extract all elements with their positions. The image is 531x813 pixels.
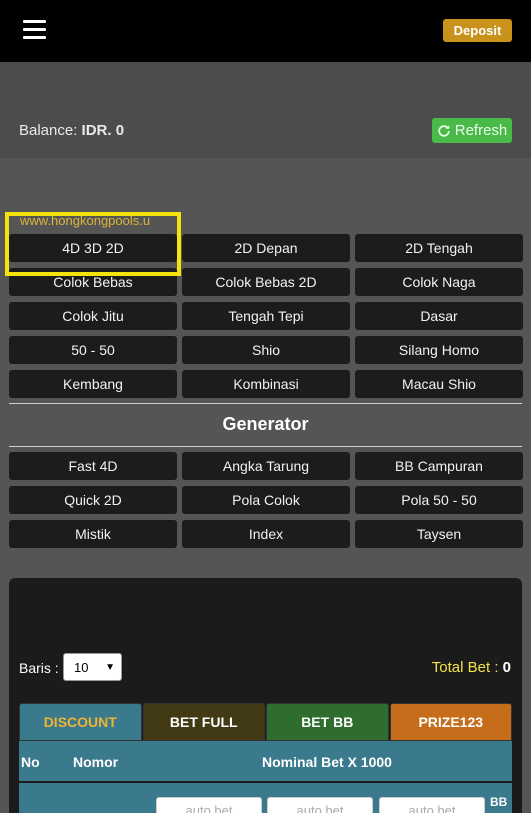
site-url: www.hongkongpools.u xyxy=(20,213,151,228)
menu-button[interactable]: Shio xyxy=(182,336,350,364)
menu-button[interactable]: Colok Bebas 2D xyxy=(182,268,350,296)
generator-button[interactable]: Mistik xyxy=(9,520,177,548)
balance-bar xyxy=(0,62,531,158)
top-bar: Deposit xyxy=(0,0,531,62)
tab-prize123[interactable]: PRIZE123 xyxy=(389,703,512,741)
menu-icon[interactable] xyxy=(23,20,46,40)
menu-button[interactable]: 2D Tengah xyxy=(355,234,523,262)
tab-discount[interactable]: DISCOUNT xyxy=(19,703,142,741)
generator-button[interactable]: BB Campuran xyxy=(355,452,523,480)
refresh-icon xyxy=(438,124,450,137)
generator-menu: Fast 4D Angka Tarung BB Campuran Quick 2… xyxy=(9,452,523,548)
refresh-button[interactable]: Refresh xyxy=(432,118,512,143)
total-bet: Total Bet : 0 xyxy=(432,659,511,676)
baris-select[interactable]: 10 ▼ xyxy=(63,653,122,681)
menu-button[interactable]: Dasar xyxy=(355,302,523,330)
deposit-button[interactable]: Deposit xyxy=(443,19,512,42)
menu-button[interactable]: 2D Depan xyxy=(182,234,350,262)
bet-input[interactable]: auto bet xyxy=(267,797,373,813)
bet-tabs: DISCOUNT BET FULL BET BB PRIZE123 xyxy=(19,703,512,741)
divider xyxy=(9,446,522,447)
bet-input[interactable]: auto bet xyxy=(156,797,262,813)
menu-button[interactable]: Colok Jitu xyxy=(9,302,177,330)
menu-button[interactable]: Kombinasi xyxy=(182,370,350,398)
menu-button[interactable]: 4D 3D 2D xyxy=(9,234,177,262)
table-row: auto bet auto bet auto bet BB xyxy=(19,783,512,813)
menu-button[interactable]: Kembang xyxy=(9,370,177,398)
generator-button[interactable]: Fast 4D xyxy=(9,452,177,480)
column-nominal: Nominal Bet X 1000 xyxy=(262,754,392,770)
generator-button[interactable]: Pola 50 - 50 xyxy=(355,486,523,514)
balance-display: Balance: IDR. 0 xyxy=(19,122,124,139)
generator-button[interactable]: Taysen xyxy=(355,520,523,548)
chevron-down-icon: ▼ xyxy=(105,661,115,673)
generator-button[interactable]: Pola Colok xyxy=(182,486,350,514)
total-bet-label: Total Bet : xyxy=(431,659,499,676)
menu-button[interactable]: Colok Naga xyxy=(355,268,523,296)
bb-label: BB xyxy=(490,795,508,809)
generator-button[interactable]: Index xyxy=(182,520,350,548)
column-no: No xyxy=(21,754,40,770)
menu-button[interactable]: Tengah Tepi xyxy=(182,302,350,330)
generator-button[interactable]: Angka Tarung xyxy=(182,452,350,480)
menu-button[interactable]: Silang Homo xyxy=(355,336,523,364)
baris-label: Baris : xyxy=(19,660,59,676)
column-nomor: Nomor xyxy=(73,754,119,770)
generator-button[interactable]: Quick 2D xyxy=(9,486,177,514)
menu-button[interactable]: Macau Shio xyxy=(355,370,523,398)
baris-value: 10 xyxy=(74,659,89,675)
table-header: No Nomor Nominal Bet X 1000 xyxy=(19,741,512,781)
balance-value: IDR. 0 xyxy=(81,122,125,139)
refresh-label: Refresh xyxy=(454,122,508,139)
menu-button[interactable]: 50 - 50 xyxy=(9,336,177,364)
menu-button[interactable]: Colok Bebas xyxy=(9,268,177,296)
bet-type-menu: 4D 3D 2D 2D Depan 2D Tengah Colok Bebas … xyxy=(9,234,523,398)
balance-label: Balance: xyxy=(19,122,78,139)
total-bet-value: 0 xyxy=(502,659,511,676)
tab-bet-bb[interactable]: BET BB xyxy=(266,703,389,741)
bet-input[interactable]: auto bet xyxy=(379,797,485,813)
generator-title: Generator xyxy=(222,414,309,434)
divider xyxy=(9,403,522,404)
tab-bet-full[interactable]: BET FULL xyxy=(142,703,265,741)
